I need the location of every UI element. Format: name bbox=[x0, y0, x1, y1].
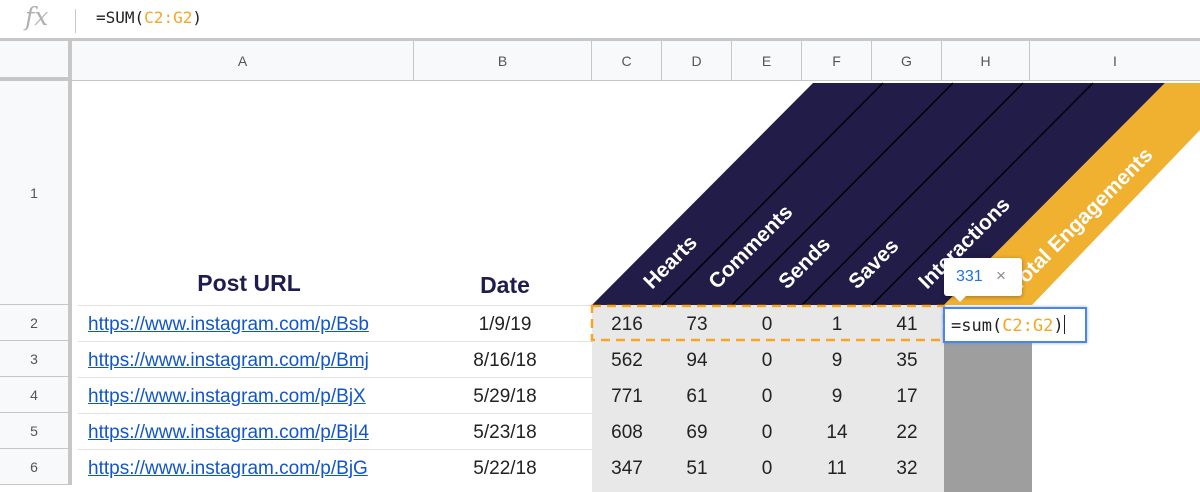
comments-cell: 51 bbox=[686, 458, 708, 479]
date-cell: 8/16/18 bbox=[473, 350, 537, 371]
sends-cell: 0 bbox=[761, 422, 773, 443]
hearts-cell: 562 bbox=[611, 350, 643, 371]
post-url-link[interactable]: https://www.instagram.com/p/BjG bbox=[88, 458, 418, 480]
date-cell: 5/22/18 bbox=[473, 458, 537, 479]
post-url-link[interactable]: https://www.instagram.com/p/Bsb bbox=[88, 314, 418, 336]
column-header-d[interactable]: D bbox=[662, 41, 732, 81]
comments-cell: 69 bbox=[686, 422, 708, 443]
row-header-2[interactable]: 2 bbox=[0, 305, 72, 341]
column-header-e[interactable]: E bbox=[732, 41, 802, 81]
hearts-cell: 216 bbox=[611, 314, 643, 335]
column-header-h[interactable]: H bbox=[942, 41, 1030, 81]
hearts-cell: 771 bbox=[611, 386, 643, 407]
cell-editor-text[interactable]: =sum(C2:G2) bbox=[951, 315, 1065, 336]
interactions-cell: 17 bbox=[896, 386, 918, 407]
sends-cell: 0 bbox=[761, 350, 773, 371]
row-header-6[interactable]: 6 bbox=[0, 449, 72, 485]
select-all-corner[interactable] bbox=[0, 41, 72, 81]
saves-cell: 1 bbox=[831, 314, 843, 335]
comments-cell: 94 bbox=[686, 350, 708, 371]
post-url-link[interactable]: https://www.instagram.com/p/Bmj bbox=[88, 350, 418, 372]
saves-cell: 14 bbox=[826, 422, 848, 443]
header-date: Date bbox=[480, 272, 530, 298]
total-column-shading bbox=[944, 341, 1032, 492]
column-header-a[interactable]: A bbox=[72, 41, 414, 81]
tooltip-value: 331 bbox=[956, 268, 983, 285]
column-header-g[interactable]: G bbox=[872, 41, 942, 81]
interactions-cell: 41 bbox=[896, 314, 918, 335]
row-header-4[interactable]: 4 bbox=[0, 377, 72, 413]
comments-cell: 61 bbox=[686, 386, 708, 407]
date-cell: 5/23/18 bbox=[473, 422, 537, 443]
post-url-link[interactable]: https://www.instagram.com/p/BjX bbox=[88, 386, 418, 408]
interactions-cell: 32 bbox=[896, 458, 918, 479]
header-post-url: Post URL bbox=[197, 270, 301, 296]
date-cell: 1/9/19 bbox=[478, 314, 532, 335]
close-icon[interactable]: × bbox=[996, 266, 1006, 286]
column-header-b[interactable]: B bbox=[414, 41, 592, 81]
date-cell: 5/29/18 bbox=[473, 386, 537, 407]
row-header-3[interactable]: 3 bbox=[0, 341, 72, 377]
saves-cell: 9 bbox=[831, 350, 843, 371]
editor-prefix: =sum( bbox=[951, 316, 1003, 336]
interactions-cell: 22 bbox=[896, 422, 918, 443]
column-header-i[interactable]: I bbox=[1030, 41, 1200, 81]
cell-editor-h2[interactable]: =sum(C2:G2) bbox=[943, 307, 1087, 343]
text-cursor bbox=[1063, 315, 1065, 334]
row-header-1[interactable]: 1 bbox=[0, 81, 72, 305]
hearts-cell: 347 bbox=[611, 458, 643, 479]
comments-cell: 73 bbox=[686, 314, 708, 335]
row-header-5[interactable]: 5 bbox=[0, 413, 72, 449]
sends-cell: 0 bbox=[761, 314, 773, 335]
sends-cell: 0 bbox=[761, 458, 773, 479]
interactions-cell: 35 bbox=[896, 350, 918, 371]
editor-suffix: ) bbox=[1053, 316, 1064, 336]
sends-cell: 0 bbox=[761, 386, 773, 407]
formula-result-tooltip: 331 × bbox=[944, 258, 1022, 296]
column-header-f[interactable]: F bbox=[802, 41, 872, 81]
saves-cell: 11 bbox=[827, 458, 847, 479]
tooltip-pointer bbox=[952, 294, 968, 302]
editor-range: C2:G2 bbox=[1002, 316, 1054, 336]
column-header-c[interactable]: C bbox=[592, 41, 662, 81]
saves-cell: 9 bbox=[831, 386, 843, 407]
post-url-link[interactable]: https://www.instagram.com/p/BjI4 bbox=[88, 422, 418, 444]
hearts-cell: 608 bbox=[611, 422, 643, 443]
